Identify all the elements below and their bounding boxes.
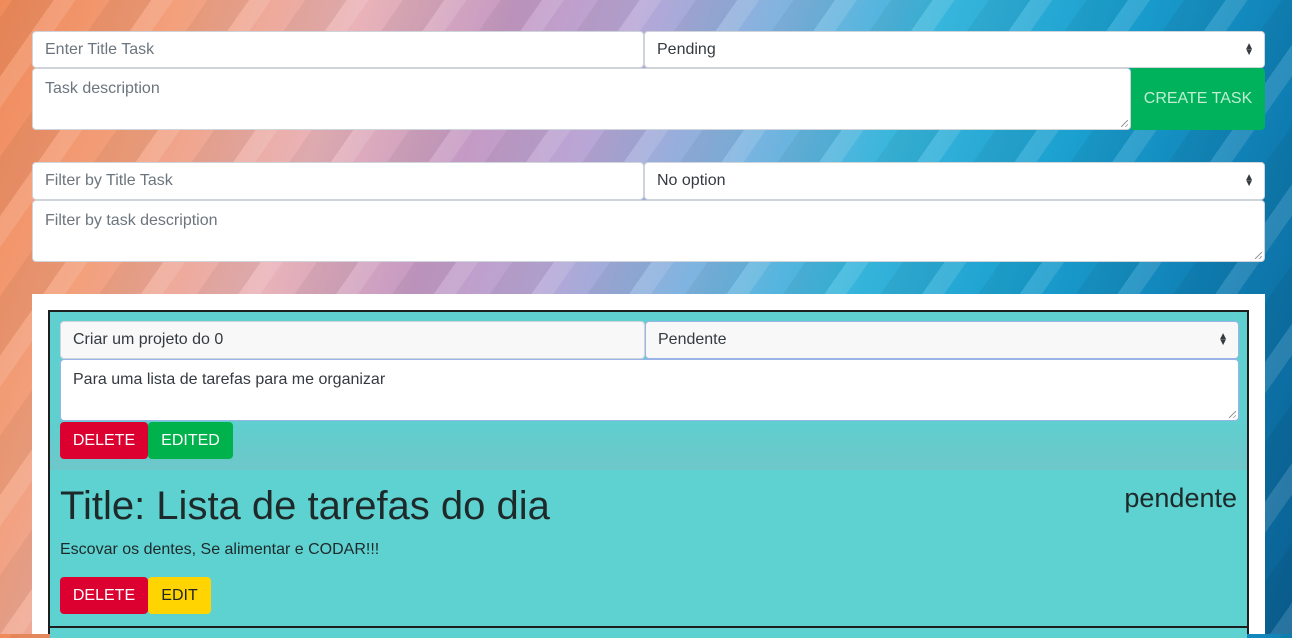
edit-status-select[interactable]: Pendente ▲ ▼ (645, 321, 1239, 359)
edit-title-input[interactable]: Criar um projeto do 0 (60, 321, 645, 359)
task-title: Title: Lista de tarefas do dia (60, 484, 550, 528)
select-arrows-icon: ▲ ▼ (1244, 40, 1254, 58)
task-card: Title: Lista de tarefas do dia pendente … (50, 470, 1247, 628)
description-placeholder: Task description (45, 80, 160, 97)
title-input-placeholder: Enter Title Task (45, 41, 155, 58)
create-task-label: CREATE TASK (1143, 90, 1253, 107)
edit-description-textarea[interactable]: Para uma lista de tarefas para me organi… (60, 359, 1239, 421)
select-arrows-icon: ▲ ▼ (1244, 172, 1254, 189)
task-list-panel: Criar um projeto do 0 Pendente ▲ ▼ Para u… (32, 294, 1265, 638)
resize-handle-icon[interactable] (1229, 411, 1236, 418)
edited-button[interactable]: EDITED (148, 422, 233, 459)
task-card-editing: Criar um projeto do 0 Pendente ▲ ▼ Para u… (50, 312, 1247, 472)
filter-description-textarea[interactable]: Filter by task description (32, 200, 1265, 262)
edited-label: EDITED (161, 432, 220, 449)
select-arrows-icon: ▲ ▼ (1218, 331, 1228, 348)
filter-status-select[interactable]: No option ▲ ▼ (644, 162, 1265, 200)
description-textarea[interactable]: Task description (32, 68, 1131, 130)
delete-label: DELETE (72, 432, 136, 449)
title-input[interactable]: Enter Title Task (32, 31, 644, 68)
task-description: Escovar os dentes, Se alimentar e CODAR!… (60, 541, 380, 558)
filter-title-input[interactable]: Filter by Title Task (32, 162, 644, 200)
task-card-partial (50, 628, 1247, 638)
status-select-value: Pending (657, 41, 716, 58)
delete-label: DELETE (72, 587, 136, 604)
status-select[interactable]: Pending ▲ ▼ (644, 31, 1265, 68)
create-task-button[interactable]: CREATE TASK (1131, 68, 1265, 130)
resize-handle-icon[interactable] (1255, 252, 1262, 259)
task-list: Criar um projeto do 0 Pendente ▲ ▼ Para u… (48, 310, 1249, 638)
edit-description-value: Para uma lista de tarefas para me organi… (73, 371, 386, 388)
filter-description-placeholder: Filter by task description (45, 212, 218, 229)
task-status: pendente (1124, 483, 1237, 513)
delete-button[interactable]: DELETE (60, 422, 148, 459)
edit-title-value: Criar um projeto do 0 (73, 331, 224, 348)
edit-label: EDIT (161, 587, 198, 604)
edit-status-value: Pendente (658, 331, 727, 348)
filter-status-value: No option (657, 172, 726, 189)
resize-handle-icon[interactable] (1121, 120, 1128, 127)
edit-button[interactable]: EDIT (148, 577, 211, 614)
filter-title-placeholder: Filter by Title Task (45, 172, 173, 189)
delete-button[interactable]: DELETE (60, 577, 148, 614)
